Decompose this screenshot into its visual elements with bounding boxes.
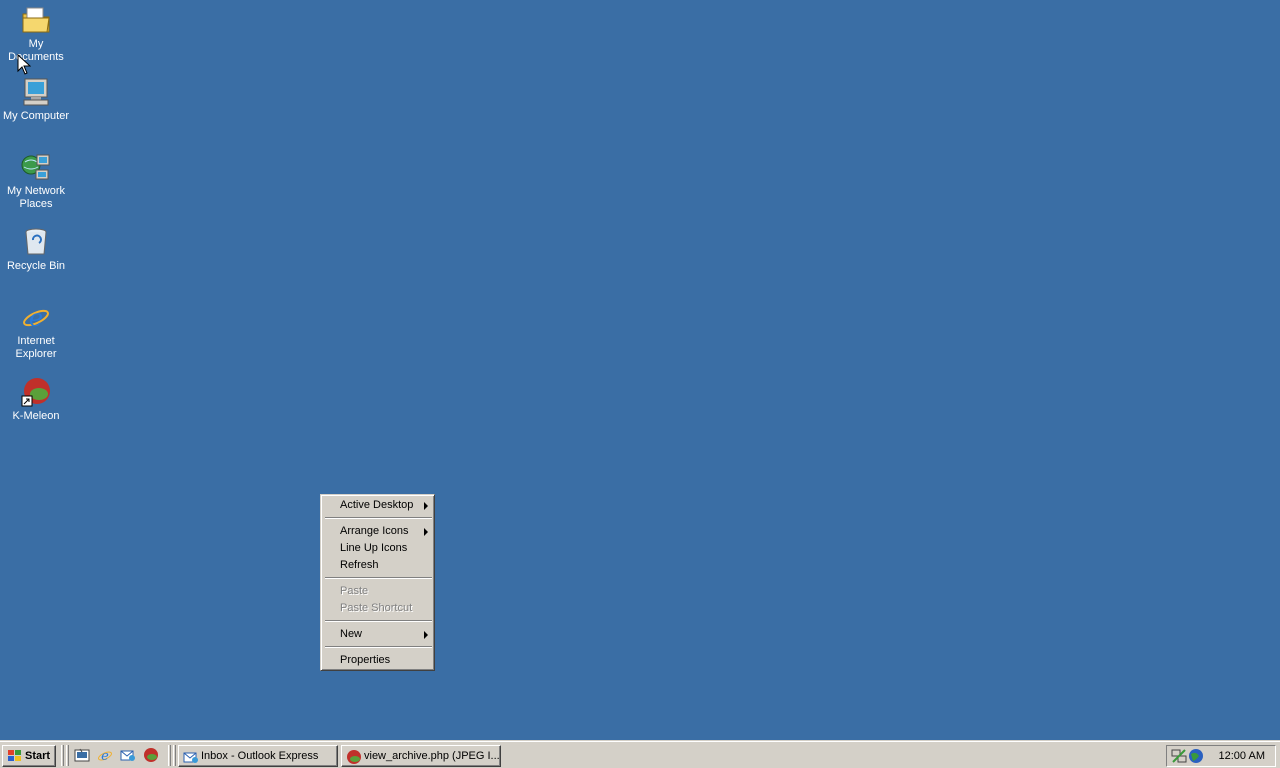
recycle-bin-icon xyxy=(25,228,47,255)
taskbar-clock[interactable]: 12:00 AM xyxy=(1219,750,1265,763)
computer-icon xyxy=(23,78,49,106)
menu-item-active-desktop[interactable]: Active Desktop xyxy=(324,497,433,514)
desktop-icon-label: My Network Places xyxy=(6,185,66,210)
folder-documents-icon xyxy=(22,7,50,33)
desktop-icon-my-computer[interactable]: My Computer xyxy=(0,76,72,123)
menu-item-label: Paste Shortcut xyxy=(340,602,413,614)
menu-item-label: Line Up Icons xyxy=(340,542,408,554)
start-label: Start xyxy=(25,750,51,762)
desktop-icon-label: My Computer xyxy=(2,110,70,122)
windows-flag-icon xyxy=(8,750,21,761)
quick-launch-grip[interactable] xyxy=(66,745,69,766)
desktop-icon-label: Recycle Bin xyxy=(6,260,66,272)
desktop-icon-label: My Documents xyxy=(8,38,64,63)
desktop-context-menu: Active Desktop Arrange Icons Line Up Ico… xyxy=(320,494,435,671)
menu-separator xyxy=(325,620,432,622)
mouse-pointer-icon xyxy=(17,54,31,75)
desktop-icon-label: K-Meleon xyxy=(12,410,60,422)
svg-text:e: e xyxy=(29,304,43,332)
submenu-arrow-icon xyxy=(424,528,428,536)
menu-item-label: Active Desktop xyxy=(340,499,414,511)
internet-explorer-icon: e xyxy=(23,304,49,332)
menu-item-paste: Paste xyxy=(324,583,433,600)
network-places-icon xyxy=(21,154,50,180)
taskbar: Start e Inbox - Outlook Express view_arc… xyxy=(0,740,1280,768)
submenu-arrow-icon xyxy=(424,631,428,639)
menu-item-label: Arrange Icons xyxy=(340,525,409,537)
taskbar-separator xyxy=(61,745,64,766)
menu-item-properties[interactable]: Properties xyxy=(324,652,433,669)
k-meleon-icon xyxy=(347,750,361,764)
taskbar-button-view-archive[interactable]: view_archive.php (JPEG I... xyxy=(341,745,501,767)
desktop-icon-label: Internet Explorer xyxy=(15,335,57,360)
desktop-icon-internet-explorer[interactable]: e Internet Explorer xyxy=(0,301,72,361)
task-label: Inbox - Outlook Express xyxy=(201,750,319,762)
menu-item-arrange-icons[interactable]: Arrange Icons xyxy=(324,523,433,540)
menu-item-label: Refresh xyxy=(340,559,379,571)
task-label: view_archive.php (JPEG I... xyxy=(364,750,500,762)
menu-separator xyxy=(325,577,432,579)
k-meleon-icon xyxy=(21,378,50,407)
menu-separator xyxy=(325,646,432,648)
menu-item-new[interactable]: New xyxy=(324,626,433,643)
submenu-arrow-icon xyxy=(424,502,428,510)
network-connection-icon[interactable] xyxy=(1171,748,1187,764)
desktop-icon-my-network-places[interactable]: My Network Places xyxy=(0,151,72,211)
menu-item-paste-shortcut: Paste Shortcut xyxy=(324,600,433,617)
menu-item-refresh[interactable]: Refresh xyxy=(324,557,433,574)
desktop-icon-recycle-bin[interactable]: Recycle Bin xyxy=(0,226,72,273)
menu-item-label: New xyxy=(340,628,363,640)
menu-separator xyxy=(325,517,432,519)
desktop[interactable]: My Documents My Computer My Network Plac… xyxy=(0,0,1280,740)
menu-item-line-up-icons[interactable]: Line Up Icons xyxy=(324,540,433,557)
internet-explorer-icon[interactable]: e xyxy=(97,747,113,763)
menu-item-label: Paste xyxy=(340,585,369,597)
menu-item-label: Properties xyxy=(340,654,391,666)
network-globe-icon[interactable] xyxy=(1188,748,1204,764)
outlook-express-icon xyxy=(183,752,198,763)
task-area-grip[interactable] xyxy=(173,745,176,766)
taskbar-separator xyxy=(168,745,171,766)
start-button[interactable]: Start xyxy=(2,745,56,767)
show-desktop-icon[interactable] xyxy=(74,747,90,763)
outlook-express-icon[interactable] xyxy=(120,747,136,763)
desktop-icon-k-meleon[interactable]: K-Meleon xyxy=(0,376,72,423)
k-meleon-icon[interactable] xyxy=(143,747,159,763)
desktop-icon-my-documents[interactable]: My Documents xyxy=(0,4,72,64)
taskbar-button-outlook-express[interactable]: Inbox - Outlook Express xyxy=(178,745,338,767)
system-tray: 12:00 AM xyxy=(1166,745,1276,767)
svg-text:e: e xyxy=(101,749,109,763)
